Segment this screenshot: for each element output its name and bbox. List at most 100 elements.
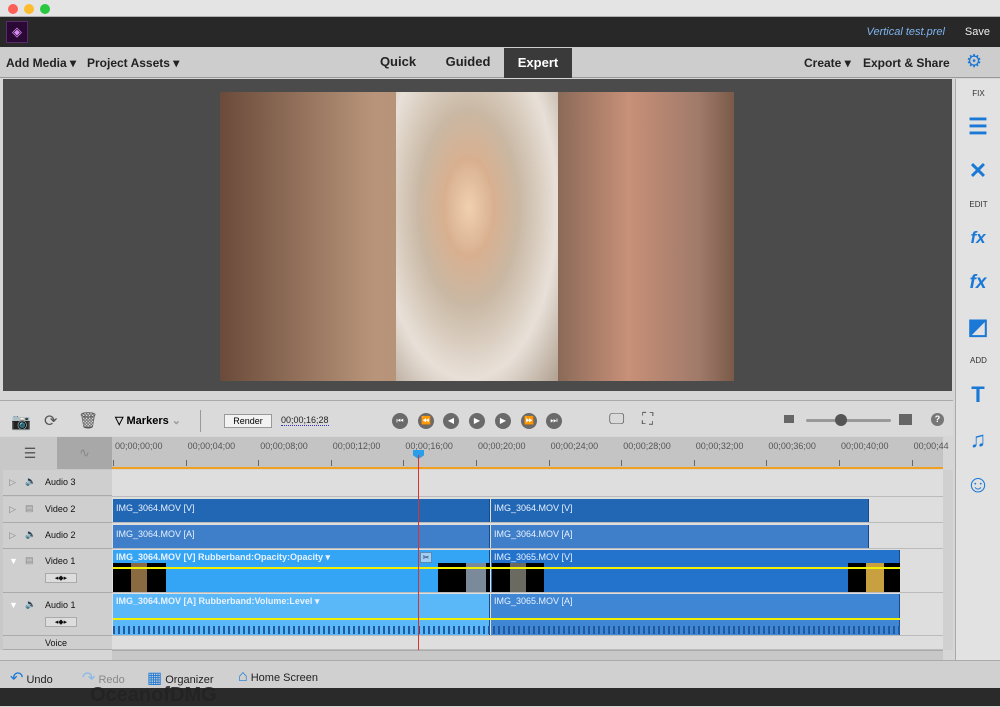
scissors-icon[interactable]: ✂ [420,552,432,563]
transitions-icon[interactable]: ◩ [964,313,992,341]
monitor-settings-icon[interactable]: 🖵 [609,411,624,429]
markers-menu[interactable]: ▽ Markers ⌄ [115,414,181,427]
minimize-window-button[interactable] [24,4,34,14]
project-assets-menu[interactable]: Project Assets ▾ [87,56,179,70]
project-assets-label: Project Assets [87,56,170,70]
premiere-elements-logo-icon: ◈ [6,21,28,43]
play-button[interactable]: ▶ [469,413,485,429]
track-label: Video 2 [45,504,76,514]
rotate-icon[interactable]: ⟳ [44,411,57,431]
film-icon: ▤ [25,555,34,565]
home-screen-button[interactable]: ⌂ Home Screen [238,668,318,686]
tools-icon[interactable]: ✕ [964,157,992,185]
track-label: Audio 1 [45,600,76,610]
add-media-label: Add Media [6,56,67,70]
ruler-tick-mark [839,460,840,466]
clip-video2-2[interactable]: IMG_3064.MOV [V] [491,499,869,522]
ruler-tick-mark [621,460,623,466]
keyframe-nav-control[interactable]: ◂◆▸ [45,617,77,627]
track-label: Video 1 [45,556,76,566]
track-view-icon[interactable]: ☰ [3,437,57,469]
lane-audio3 [112,470,943,497]
clip-audio2-1[interactable]: IMG_3064.MOV [A] [113,525,490,548]
watermark: OceanofDMG [90,684,217,706]
timeline-ruler[interactable] [112,437,943,469]
ruler-tick-label: 00;00;12;00 [332,441,381,451]
app-header [0,17,1000,47]
ruler-tick-mark [693,460,695,466]
add-media-menu[interactable]: Add Media ▾ [6,56,76,70]
graphics-smiley-icon[interactable]: ☺ [964,471,992,499]
video-frame-center [396,92,558,381]
ruler-tick-label: 00;00;28;00 [623,441,671,451]
speaker-icon: 🔈 [25,529,37,539]
ruler-tick-mark [258,460,260,466]
volume-rubberband[interactable] [113,618,900,620]
undo-icon: ↶ [10,670,24,687]
applied-effects-icon[interactable]: fx [964,224,992,252]
vertical-scrollbar[interactable] [943,470,953,650]
adjustments-sliders-icon[interactable]: ☰ [964,113,992,141]
tab-quick[interactable]: Quick [368,47,428,77]
home-screen-label: Home Screen [250,672,318,684]
snapshot-camera-icon[interactable]: 📷 [11,412,31,432]
undo-button[interactable]: ↶ Undo [10,668,53,688]
effects-icon[interactable]: fx [964,269,992,297]
save-button[interactable]: Save [965,26,990,38]
current-timecode[interactable]: 00;00;16;28 [281,415,329,426]
edit-section-label: EDIT [969,200,988,209]
step-forward-button[interactable]: ▶ [495,413,511,429]
track-header-audio2: ▷ 🔈 Audio 2 [3,523,112,549]
ruler-tick-label: 00;00;00;00 [115,441,163,451]
ruler-tick-mark [548,460,550,466]
ruler-tick-mark [403,460,405,466]
ruler-tick-mark [330,460,332,466]
zoom-out-icon[interactable] [784,415,794,423]
rewind-button[interactable]: ⏪ [418,413,434,429]
clip-video1-1[interactable]: IMG_3064.MOV [V] Rubberband:Opacity:Opac… [113,550,490,592]
horizontal-scrollbar[interactable] [112,650,943,660]
trash-icon[interactable]: 🗑 [78,411,98,431]
playhead-line[interactable] [418,455,419,651]
fix-section-label: FIX [972,89,985,98]
keyframe-nav-control[interactable]: ◂◆▸ [45,573,77,583]
clip-video2-1[interactable]: IMG_3064.MOV [V] [113,499,490,522]
go-to-start-button[interactable]: ⏮ [392,413,408,429]
track-header-voice: Voice [3,636,112,650]
settings-gear-icon[interactable]: ⚙ [966,51,982,72]
tab-guided[interactable]: Guided [436,47,500,77]
zoom-window-button[interactable] [40,4,50,14]
export-share-button[interactable]: Export & Share [863,56,950,70]
titles-text-icon[interactable]: T [964,381,992,409]
clip-video1-2[interactable]: IMG_3065.MOV [V] [491,550,900,592]
render-button[interactable]: Render [224,414,272,428]
ruler-tick-mark [113,460,114,466]
step-back-button[interactable]: ◀ [443,413,459,429]
title-bar [0,0,1000,17]
zoom-in-icon[interactable] [899,414,912,425]
help-icon[interactable]: ? [931,413,944,426]
film-icon: ▤ [25,503,34,513]
speaker-icon: 🔈 [25,476,37,486]
go-to-end-button[interactable]: ⏭ [546,413,562,429]
track-label: Audio 2 [45,530,76,540]
add-section-label: ADD [970,356,987,365]
divider [200,410,201,432]
close-window-button[interactable] [8,4,18,14]
timeline-zoom-slider[interactable] [806,419,891,422]
music-icon[interactable]: ♫ [964,426,992,454]
track-header-audio3: ▷ 🔈 Audio 3 [3,470,112,496]
right-action-panel: FIX ☰ ✕ EDIT fx fx ◩ ADD T ♫ ☺ [955,79,1000,660]
opacity-rubberband[interactable] [113,567,900,569]
ruler-tick-mark [185,460,187,466]
video-frame-right-blur [558,92,734,381]
ruler-tick-label: 00;00;24;00 [550,441,599,451]
tab-expert[interactable]: Expert [504,48,572,78]
timeline-zoom-slider-thumb[interactable] [835,414,847,426]
fullscreen-monitor-icon[interactable]: ⛶ [642,411,653,429]
home-icon: ⌂ [238,668,248,685]
fast-forward-button[interactable]: ⏩ [521,413,537,429]
audio-waveform-icon[interactable]: ∿ [57,437,112,469]
clip-audio2-2[interactable]: IMG_3064.MOV [A] [491,525,869,548]
create-menu[interactable]: Create ▾ [804,56,851,70]
